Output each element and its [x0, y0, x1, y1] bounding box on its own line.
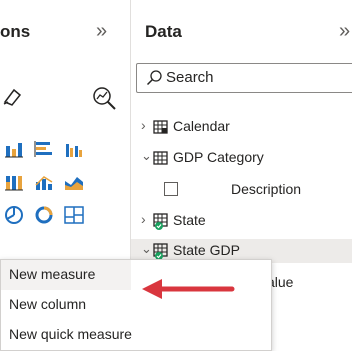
tree-item-calendar[interactable]: › Calendar — [131, 115, 352, 139]
new-column-menu-item[interactable]: New column — [9, 296, 86, 312]
table-icon — [153, 151, 168, 165]
tree-item-gdp-category[interactable]: ⌄ GDP Category — [131, 146, 352, 170]
context-menu: New measure New column New quick measure — [0, 259, 272, 351]
stacked-column-100-chart-icon[interactable] — [4, 173, 24, 191]
donut-chart-icon[interactable] — [34, 206, 54, 224]
tree-item-label: GDP Category — [173, 149, 264, 165]
visualization-gallery — [4, 136, 128, 235]
table-check-icon — [153, 213, 168, 230]
chevron-right-icon[interactable]: › — [141, 211, 146, 227]
tree-item-state[interactable]: › State — [131, 209, 352, 233]
clustered-column-chart-icon[interactable] — [64, 140, 84, 158]
tree-item-label: State GDP — [173, 242, 240, 258]
chevron-down-icon[interactable]: ⌄ — [141, 241, 152, 257]
tree-item-label: State — [173, 212, 206, 228]
calendar-table-icon — [153, 120, 168, 134]
chevron-down-icon[interactable]: ⌄ — [141, 148, 152, 164]
collapse-build-pane-icon[interactable]: » — [96, 21, 107, 41]
line-and-column-chart-icon[interactable] — [34, 173, 54, 191]
area-chart-icon[interactable] — [64, 173, 84, 191]
new-measure-menu-item[interactable]: New measure — [9, 266, 95, 282]
pie-chart-icon[interactable] — [4, 205, 24, 224]
build-toolbar — [0, 82, 131, 122]
chevron-right-icon[interactable]: › — [141, 117, 146, 133]
clustered-bar-chart-icon[interactable] — [34, 140, 54, 158]
search-icon — [146, 70, 162, 86]
field-checkbox[interactable] — [164, 182, 178, 196]
field-label: Description — [231, 181, 302, 197]
treemap-chart-icon[interactable] — [64, 205, 84, 224]
collapse-data-pane-icon[interactable]: » — [339, 21, 350, 41]
search-placeholder: Search — [166, 69, 214, 86]
tree-item-label: Calendar — [173, 118, 230, 134]
new-quick-measure-menu-item[interactable]: New quick measure — [9, 326, 132, 342]
format-visual-icon[interactable] — [2, 84, 24, 108]
search-input[interactable]: Search — [136, 63, 352, 93]
build-pane-title: ons — [0, 22, 31, 41]
field-description[interactable]: Description — [131, 178, 352, 202]
data-pane-title: Data — [145, 22, 182, 41]
stacked-column-chart-icon[interactable] — [4, 140, 24, 158]
analytics-magnifier-icon[interactable] — [90, 84, 118, 112]
